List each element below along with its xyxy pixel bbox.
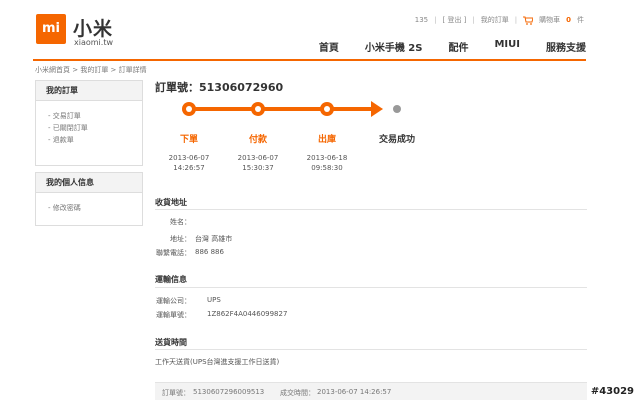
step-marker-order [182,102,196,116]
breadcrumb: 小米網首頁 > 我的訂單 > 訂單詳情 [35,65,147,75]
order-number-value: 51306072960 [199,81,284,94]
mi-logo[interactable]: mi [36,14,66,44]
section-divider [155,349,587,350]
sidebar-item-change-password[interactable]: - 修改密碼 [48,202,142,214]
cart-label[interactable]: 購物車 [539,15,560,25]
tracking-value[interactable]: 1Z862F4A0446099827 [207,310,287,318]
step-date: 2013-06-07 [237,154,279,162]
sidebar-item-transactions[interactable]: - 交易訂單 [48,110,142,122]
shipping-info-title: 運輸信息 [155,275,187,284]
order-number-label: 訂單號： [155,81,199,94]
step-marker-pay [251,102,265,116]
brand-name[interactable]: 小米 [73,14,113,41]
user-account[interactable]: 135 [415,16,428,24]
order-number-heading: 訂單號：51306072960 [155,79,283,95]
breadcrumb-current: 訂單詳情 [118,66,147,74]
step-clock: 09:58:30 [311,164,343,172]
step-clock: 14:26:57 [173,164,205,172]
step-label-order: 下單 [179,135,198,145]
order-summary-bar: 訂單號： 5130607296009513 成交時間： 2013-06-07 1… [155,382,587,400]
phone-label: 聯繫電話： [156,249,191,257]
image-id-stamp: #43029 [588,386,636,397]
cart-count: 0 [566,16,571,24]
cart-unit: 件 [577,16,584,24]
brand-domain: xiaomi.tw [74,38,113,47]
cart-icon[interactable] [523,16,534,25]
step-time-order: 2013-06-07 14:26:57 [154,153,224,173]
step-date: 2013-06-07 [168,154,210,162]
sidebar-orders-panel: 我的訂單 - 交易訂單 - 已關閉訂單 - 退款單 [35,80,143,166]
section-divider [155,287,587,288]
summary-order-label: 訂單號： [162,389,190,397]
separator: | [514,16,518,24]
breadcrumb-sep: > [108,66,119,74]
breadcrumb-sep: > [70,66,81,74]
separator: | [472,16,475,24]
nav-accessories[interactable]: 配件 [448,39,468,54]
carrier-label: 運輸公司： [156,297,191,305]
carrier-value: UPS [207,296,221,304]
step-label-pay: 付款 [248,135,267,145]
step-time-pay: 2013-06-07 15:30:37 [223,153,293,173]
summary-order-value: 5130607296009513 [193,388,265,396]
nav-home[interactable]: 首頁 [319,39,339,54]
nav-support[interactable]: 服務支援 [546,39,586,54]
logout-link[interactable]: [ 登出 ] [442,15,466,25]
my-orders-link[interactable]: 我的訂單 [481,15,509,25]
step-marker-ship [320,102,334,116]
step-time-ship: 2013-06-18 09:58:30 [292,153,362,173]
breadcrumb-home[interactable]: 小米網首頁 [35,66,70,74]
nav-phone[interactable]: 小米手機 2S [365,39,423,54]
breadcrumb-orders[interactable]: 我的訂單 [80,66,108,74]
top-bar: 135 | [ 登出 ] | 我的訂單 | 購物車 0 件 [415,15,584,25]
step-label-ship: 出庫 [317,135,336,145]
step-marker-complete [393,105,401,113]
tracking-label: 運輸單號： [156,311,191,319]
sidebar-item-refunds[interactable]: - 退款單 [48,134,142,146]
sidebar-profile-panel: 我的個人信息 - 修改密碼 [35,172,143,226]
step-date: 2013-06-18 [306,154,348,162]
sidebar-orders-title: 我的訂單 [36,81,142,101]
order-progress-tracker [182,101,401,117]
delivery-time-value: 工作天送貨(UPS台灣進支援工作日送貨) [155,358,280,366]
sidebar-item-closed-orders[interactable]: - 已關閉訂單 [48,122,142,134]
sidebar-profile-title: 我的個人信息 [36,173,142,193]
header-divider [33,59,586,61]
address-value: 台灣 高雄市 [195,235,233,243]
logo-text: mi [41,21,60,36]
section-divider [155,209,587,210]
step-clock: 15:30:37 [242,164,274,172]
summary-created-value: 2013-06-07 14:26:57 [317,388,392,396]
name-label: 姓名： [170,218,191,226]
step-label-complete: 交易成功 [378,135,415,145]
separator: | [434,16,437,24]
nav-miui[interactable]: MIUI [494,39,520,54]
progress-arrow [371,101,383,117]
shipping-address-title: 收貨地址 [155,198,187,207]
summary-created-label: 成交時間： [280,389,315,397]
phone-value: 886 886 [195,248,224,256]
main-nav: 首頁 小米手機 2S 配件 MIUI 服務支援 [293,39,586,54]
address-label: 地址： [170,235,191,243]
delivery-time-title: 送貨時間 [155,338,187,347]
site-header: mi 小米 xiaomi.tw 135 | [ 登出 ] | 我的訂單 | 購物… [0,0,640,58]
